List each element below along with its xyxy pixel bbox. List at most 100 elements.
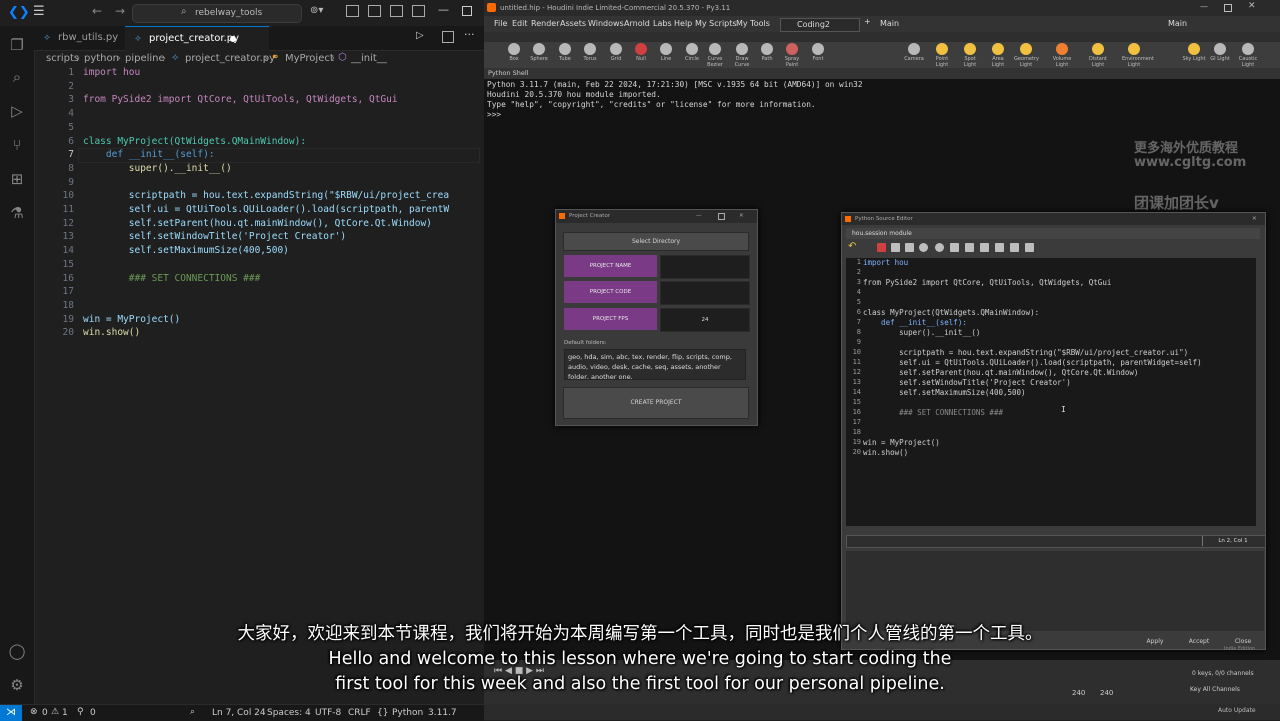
shelf-tool-tube[interactable]: Tube <box>553 43 577 62</box>
encoding[interactable]: UTF-8 <box>315 708 341 718</box>
shelf-tool-font[interactable]: Font <box>806 43 830 62</box>
minimize-icon[interactable]: — <box>696 210 702 223</box>
error-count[interactable]: 0 <box>42 708 48 718</box>
copilot-icon[interactable]: ⊚▾ <box>310 5 323 16</box>
default-folders-textarea[interactable]: geo, hda, sim, abc, tex, render, flip, s… <box>564 349 746 380</box>
shelf-tool-line[interactable]: Line <box>654 43 678 62</box>
source-code-area[interactable]: 1 2 3 4 5 6 7 8 9 10 11 12 13 14 15 16 1… <box>846 258 1256 526</box>
shelf-tool-draw-curve[interactable]: Draw Curve <box>730 43 754 68</box>
menu-edit[interactable]: Edit <box>512 19 528 28</box>
layout-panel-icon[interactable] <box>368 5 381 17</box>
shelf-tool-area-light[interactable]: Area Light <box>986 43 1010 68</box>
cursor-position[interactable]: Ln 7, Col 24 <box>212 708 266 718</box>
testing-icon[interactable]: ⚗ <box>8 204 26 222</box>
forward-arrow-icon[interactable]: → <box>115 4 125 18</box>
minimize-icon[interactable]: — <box>1200 2 1208 11</box>
indent-left-icon[interactable] <box>950 243 959 252</box>
close-icon[interactable]: ✕ <box>1248 1 1256 11</box>
breadcrumb-item[interactable]: project_creator.py <box>185 53 275 64</box>
copy-icon[interactable] <box>891 243 900 252</box>
shelf-tool-spray-paint[interactable]: Spray Paint <box>780 43 804 68</box>
interpreter-version[interactable]: 3.11.7 <box>428 708 457 718</box>
find-icon[interactable] <box>919 243 928 252</box>
shelf-tool-caustic-light[interactable]: Caustic Light <box>1236 43 1260 68</box>
create-project-button[interactable]: CREATE PROJECT <box>563 387 749 419</box>
maximize-icon[interactable] <box>1224 4 1232 12</box>
shelf-tool-environment-light[interactable]: Environment Light <box>1122 43 1154 68</box>
shelf-tool-volume-light[interactable]: Volume Light <box>1050 43 1074 68</box>
shelf-tool-sphere[interactable]: Sphere <box>527 43 551 62</box>
maximize-icon[interactable] <box>718 213 725 220</box>
project-code-input[interactable] <box>660 281 750 305</box>
shelf-tool-geometry-light[interactable]: Geometry Light <box>1014 43 1039 68</box>
bookmark-icon[interactable] <box>1010 243 1019 252</box>
breadcrumb-item[interactable]: pipeline <box>125 53 165 64</box>
shelf-tool-box[interactable]: Box <box>502 43 526 62</box>
split-editor-icon[interactable] <box>442 31 454 43</box>
more-actions-icon[interactable]: ··· <box>464 28 475 41</box>
help-icon[interactable] <box>1025 243 1034 252</box>
context-selector[interactable]: Main <box>870 18 910 30</box>
find-replace-icon[interactable] <box>935 243 944 252</box>
shelf-tabs[interactable] <box>484 32 1280 42</box>
breadcrumb-item[interactable]: scripts <box>46 53 79 64</box>
project-fps-input[interactable]: 24 <box>660 308 750 332</box>
error-icon[interactable]: ⊗ <box>30 707 38 717</box>
remote-icon[interactable]: ⋊ <box>0 705 22 721</box>
shelf-tool-distant-light[interactable]: Distant Light <box>1086 43 1110 68</box>
menu-arnold[interactable]: Arnold <box>624 19 650 28</box>
menu-windows[interactable]: Windows <box>588 19 624 28</box>
menu-assets[interactable]: Assets <box>560 19 586 28</box>
project-name-input[interactable] <box>660 255 750 279</box>
shelf-tool-point-light[interactable]: Point Light <box>930 43 954 68</box>
cut-icon[interactable] <box>877 243 886 252</box>
paste-icon[interactable] <box>905 243 914 252</box>
indentation[interactable]: Spaces: 4 <box>267 708 311 718</box>
hamburger-menu-icon[interactable]: ☰ <box>33 4 45 19</box>
shelf-tool-path[interactable]: Path <box>755 43 779 62</box>
shelf-tool-camera[interactable]: Camera <box>902 43 926 62</box>
run-file-icon[interactable]: ▷ <box>416 30 424 41</box>
extensions-icon[interactable]: ⊞ <box>8 170 26 188</box>
breadcrumb-item[interactable]: __init__ <box>351 53 387 64</box>
undo-arrow-icon[interactable]: ↶ <box>848 241 856 252</box>
close-icon[interactable]: ✕ <box>1252 213 1257 225</box>
close-icon[interactable]: ✕ <box>739 210 744 223</box>
explorer-icon[interactable]: ❐ <box>8 36 26 54</box>
menu-labs[interactable]: Labs <box>653 19 672 28</box>
warning-count[interactable]: 1 <box>62 708 68 718</box>
shell-prompt[interactable]: >>> <box>487 110 501 119</box>
indent-right-icon[interactable] <box>965 243 974 252</box>
shelf-tool-spot-light[interactable]: Spot Light <box>958 43 982 68</box>
shelf-tool-null[interactable]: Null <box>629 43 653 62</box>
module-selector[interactable]: hou.session module <box>846 228 1260 239</box>
breadcrumb-item[interactable]: python <box>84 53 119 64</box>
ports-count[interactable]: 0 <box>90 708 96 718</box>
shelf-tool-circle[interactable]: Circle <box>680 43 704 62</box>
shelf-tool-gi-light[interactable]: GI Light <box>1208 43 1232 62</box>
search-view-icon[interactable]: ⌕ <box>8 68 26 86</box>
menu-help[interactable]: Help <box>674 19 692 28</box>
tab-project-creator[interactable]: ⟡ project_creator.py <box>125 26 269 51</box>
shelf-tool-grid[interactable]: Grid <box>604 43 628 62</box>
layout-sidebar-icon[interactable] <box>346 5 359 17</box>
command-center-search[interactable]: ⌕ rebelway_tools <box>132 4 302 23</box>
language-mode[interactable]: Python <box>392 708 423 718</box>
python-shell-tab[interactable]: Python Shell <box>484 68 1280 79</box>
menu-render[interactable]: Render <box>531 19 559 28</box>
warning-icon[interactable]: ⚠ <box>51 707 59 717</box>
shelf-tool-sky-light[interactable]: Sky Light <box>1182 43 1206 62</box>
uncomment-icon[interactable] <box>995 243 1004 252</box>
menu-my-tools[interactable]: My Tools <box>736 19 770 28</box>
line-ending[interactable]: CRLF <box>348 708 371 718</box>
minimize-icon[interactable]: — <box>438 3 449 16</box>
shelf-tool-curve-bezier[interactable]: Curve Bezier <box>703 43 727 68</box>
menu-my-scripts[interactable]: My Scripts <box>695 19 737 28</box>
layout-secondary-icon[interactable] <box>390 5 403 17</box>
select-directory-button[interactable]: Select Directory <box>563 232 749 251</box>
maximize-icon[interactable] <box>462 6 472 16</box>
layout-custom-icon[interactable] <box>412 5 425 17</box>
comment-icon[interactable] <box>980 243 989 252</box>
menu-file[interactable]: File <box>494 19 507 28</box>
run-debug-icon[interactable]: ▷ <box>8 102 26 120</box>
